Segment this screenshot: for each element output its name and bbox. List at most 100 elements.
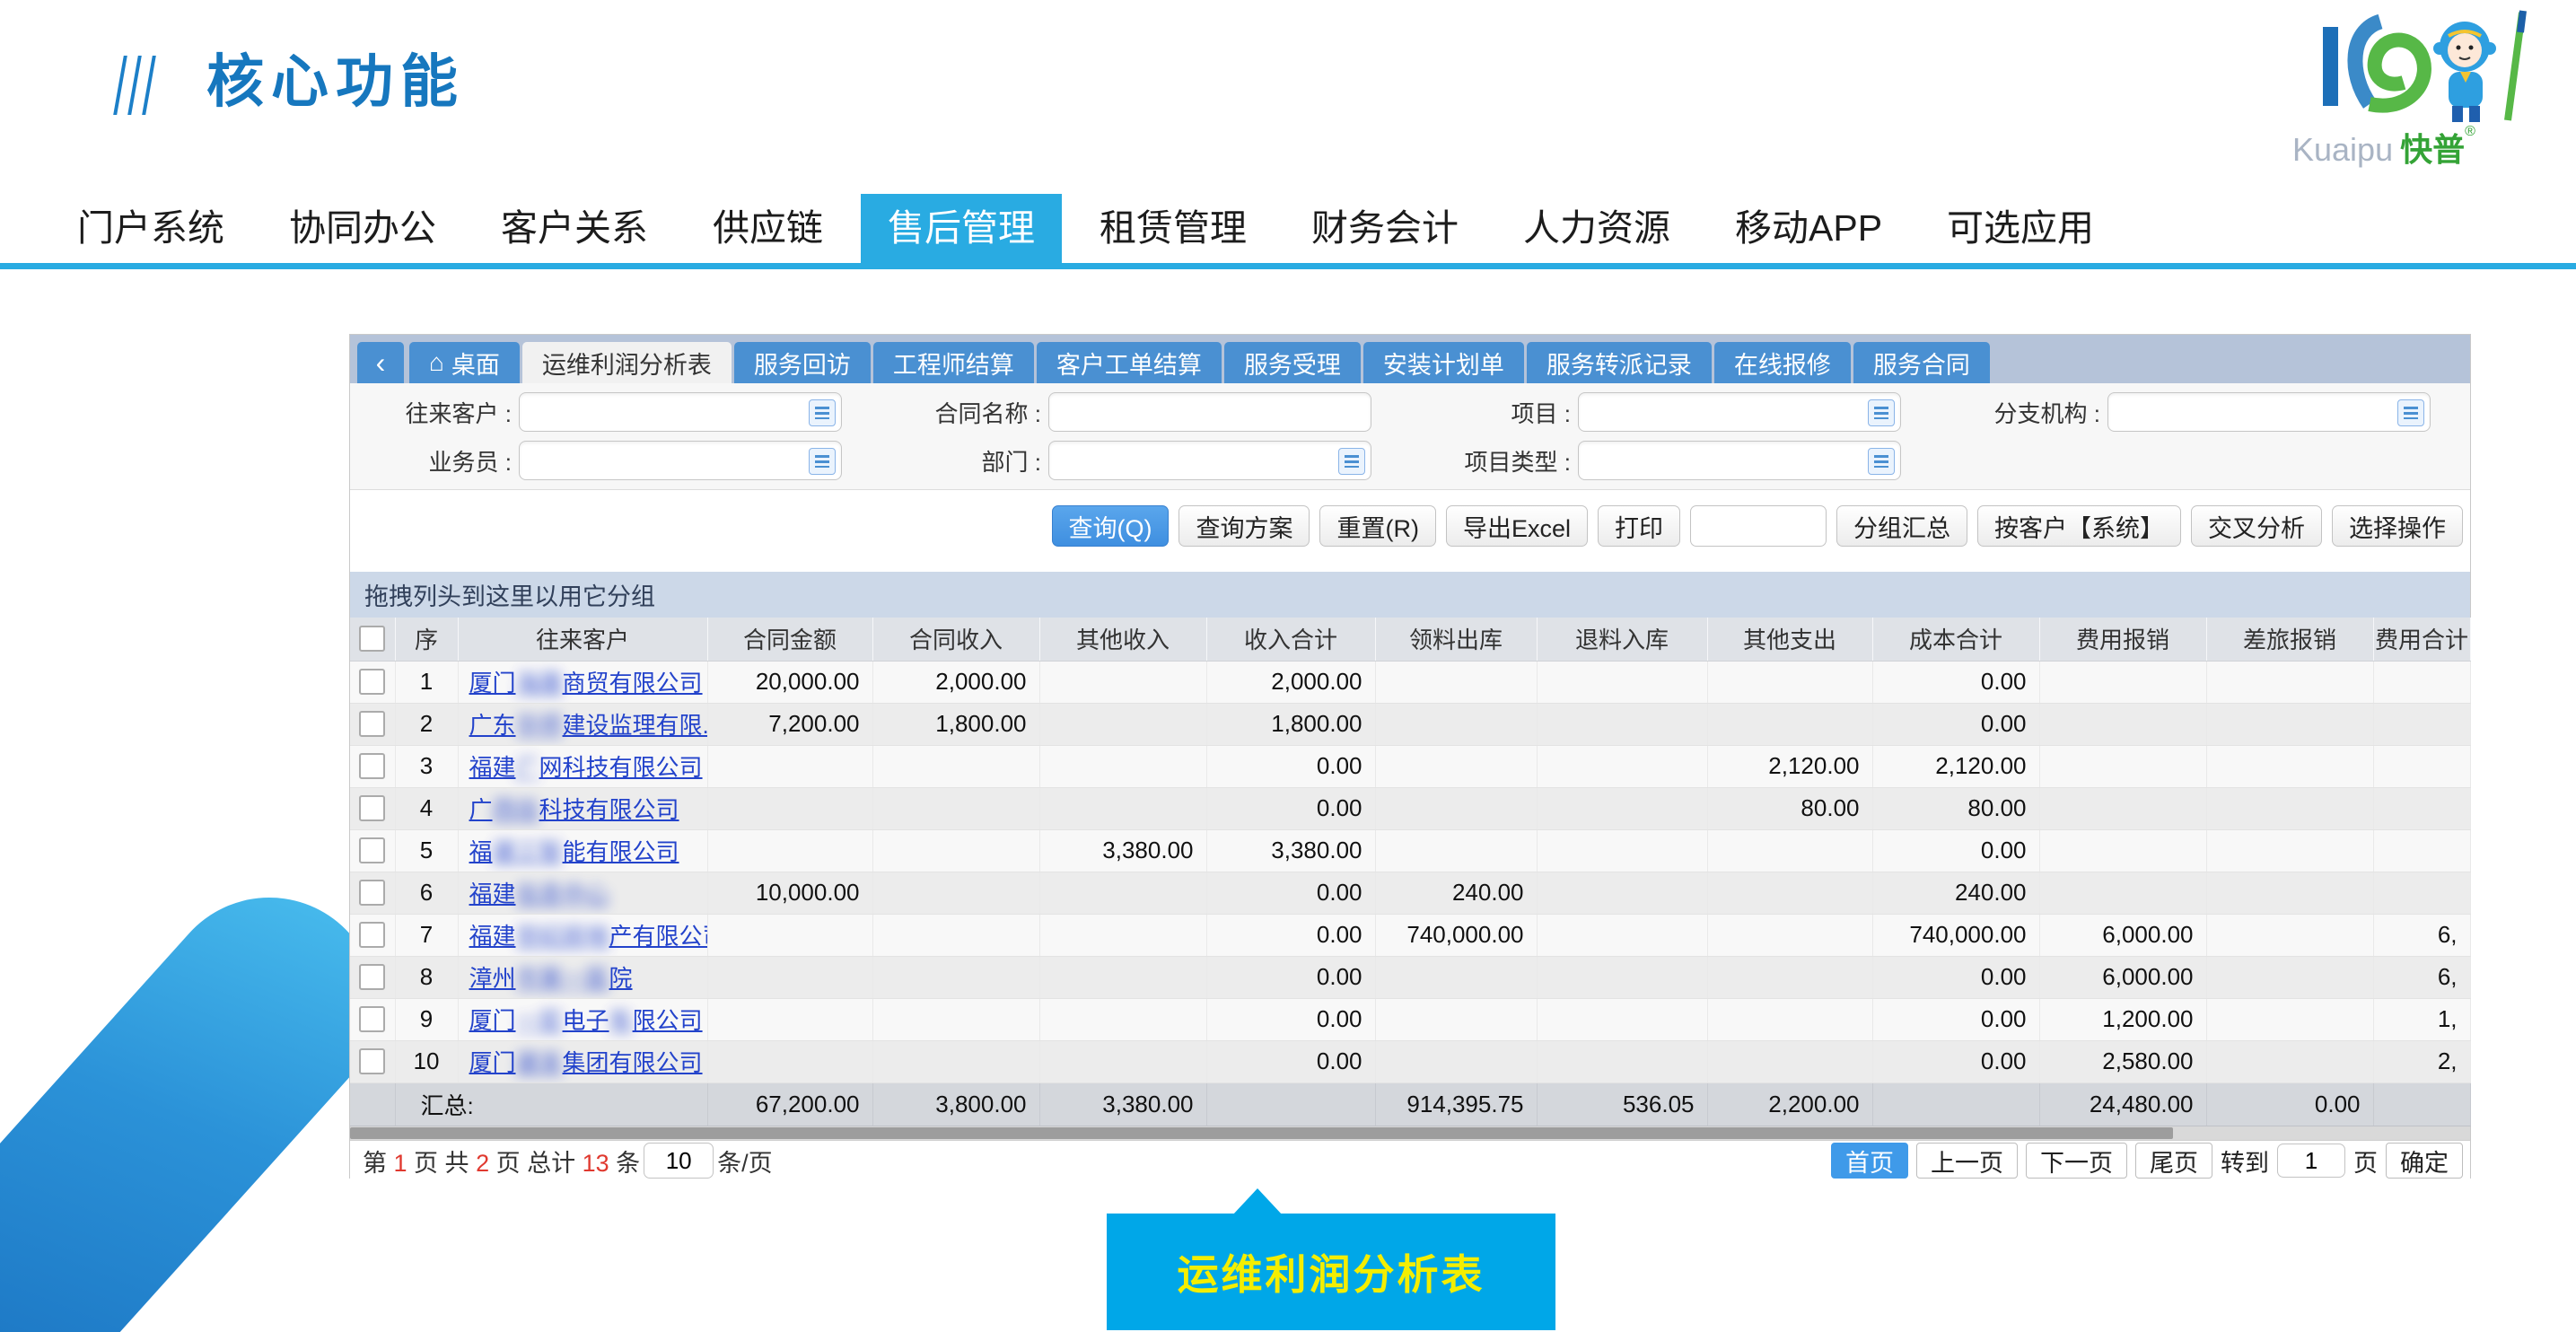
toolbar-button-10[interactable]: 选择操作 <box>2332 505 2463 547</box>
nav-item-10[interactable]: 可选应用 <box>1920 194 2121 263</box>
customer-link[interactable]: 厦门建发集团有限公司 <box>469 1049 703 1076</box>
tab-10[interactable]: 服务合同 <box>1853 342 1990 383</box>
toolbar-button-2[interactable]: 查询方案 <box>1178 505 1310 547</box>
column-header-9[interactable]: 其他支出 <box>1707 618 1872 661</box>
tab-4[interactable]: 工程师结算 <box>873 342 1034 383</box>
tab-1[interactable]: ⌂桌面 <box>409 342 520 383</box>
toolbar-button-3[interactable]: 重置(R) <box>1319 505 1435 547</box>
filter-input-field[interactable] <box>527 443 800 478</box>
customer-link[interactable]: 厦门海晟商贸有限公司 <box>469 670 703 697</box>
column-header-5[interactable]: 其他收入 <box>1039 618 1206 661</box>
toolbar-button-1[interactable]: 查询(Q) <box>1052 505 1170 547</box>
back-chevron-button[interactable]: ‹ <box>357 342 404 383</box>
select-all-checkbox[interactable] <box>359 626 385 652</box>
horizontal-scrollbar[interactable] <box>350 1126 2470 1140</box>
tab-3[interactable]: 服务回访 <box>734 342 871 383</box>
column-header-4[interactable]: 合同收入 <box>872 618 1039 661</box>
list-picker-icon[interactable] <box>2397 399 2424 426</box>
pager-button-2[interactable]: 上一页 <box>1916 1143 2018 1179</box>
pager-button-1[interactable]: 首页 <box>1831 1143 1908 1179</box>
filter-input[interactable] <box>1578 392 1901 432</box>
filter-input-field[interactable] <box>2116 395 2388 429</box>
column-header-10[interactable]: 成本合计 <box>1872 618 2039 661</box>
filter-input-field[interactable] <box>1586 443 1859 478</box>
customer-link[interactable]: 漳州市第一医院 <box>469 965 633 992</box>
nav-item-8[interactable]: 人力资源 <box>1496 194 1697 263</box>
customer-link[interactable]: 广东华师建设监理有限... <box>469 712 708 739</box>
empty-input-box[interactable] <box>1690 505 1827 547</box>
row-checkbox[interactable] <box>359 880 385 906</box>
nav-item-9[interactable]: 移动APP <box>1708 194 1909 263</box>
tab-7[interactable]: 安装计划单 <box>1363 342 1524 383</box>
filter-input-field[interactable] <box>1056 395 1329 429</box>
filter-input-field[interactable] <box>1056 443 1329 478</box>
list-picker-icon[interactable] <box>1338 448 1365 475</box>
toolbar-button-9[interactable]: 交叉分析 <box>2191 505 2322 547</box>
column-header-3[interactable]: 合同金额 <box>707 618 872 661</box>
customer-link[interactable]: 广西信科技有限公司 <box>469 796 679 823</box>
column-header-12[interactable]: 差旅报销 <box>2206 618 2373 661</box>
tab-9[interactable]: 在线报修 <box>1714 342 1851 383</box>
filter-input[interactable] <box>1048 392 1371 432</box>
column-header-13[interactable]: 费用合计 <box>2373 618 2470 661</box>
tab-6[interactable]: 服务受理 <box>1224 342 1361 383</box>
row-checkbox[interactable] <box>359 837 385 863</box>
list-picker-icon[interactable] <box>809 399 836 426</box>
filter-input-field[interactable] <box>1586 395 1859 429</box>
goto-page-input[interactable] <box>2277 1144 2345 1178</box>
toolbar-button-4[interactable]: 导出Excel <box>1446 505 1588 547</box>
row-checkbox[interactable] <box>359 669 385 695</box>
column-header-2[interactable]: 往来客户 <box>458 618 707 661</box>
customer-link[interactable]: 福建广网科技有限公司 <box>469 754 703 781</box>
filter-input[interactable] <box>519 392 842 432</box>
row-checkbox[interactable] <box>359 1048 385 1074</box>
filter-input[interactable] <box>1578 441 1901 480</box>
column-header-6[interactable]: 收入合计 <box>1206 618 1375 661</box>
list-picker-icon[interactable] <box>1868 399 1895 426</box>
pager-button-3[interactable]: 下一页 <box>2026 1143 2127 1179</box>
list-picker-icon[interactable] <box>1868 448 1895 475</box>
column-header-8[interactable]: 退料入库 <box>1537 618 1707 661</box>
tab-8[interactable]: 服务转派记录 <box>1527 342 1712 383</box>
filter-input-field[interactable] <box>527 395 800 429</box>
column-header-11[interactable]: 费用报销 <box>2039 618 2206 661</box>
customer-link[interactable]: 福建世纪房地产有限公司 <box>469 923 708 950</box>
summary-label: 汇总: <box>395 1082 707 1126</box>
row-checkbox[interactable] <box>359 711 385 737</box>
list-picker-icon[interactable] <box>809 448 836 475</box>
nav-item-6[interactable]: 租赁管理 <box>1073 194 1274 263</box>
nav-item-5[interactable]: 售后管理 <box>861 194 1062 263</box>
customer-link[interactable]: 厦门一宏电子有限公司 <box>469 1007 703 1034</box>
nav-item-2[interactable]: 协同办公 <box>262 194 463 263</box>
column-header-1[interactable]: 序 <box>395 618 458 661</box>
nav-item-1[interactable]: 门户系统 <box>50 194 251 263</box>
column-header-7[interactable]: 领料出库 <box>1375 618 1537 661</box>
group-drop-zone[interactable]: 拖拽列头到这里以用它分组 <box>350 572 2470 618</box>
confirm-button[interactable]: 确定 <box>2386 1143 2463 1179</box>
customer-link[interactable]: 福建信息中心 <box>469 881 609 907</box>
value-cell-4: 2,000.00 <box>1206 661 1375 703</box>
row-checkbox[interactable] <box>359 1006 385 1032</box>
row-checkbox[interactable] <box>359 922 385 948</box>
row-checkbox[interactable] <box>359 964 385 990</box>
tab-2[interactable]: 运维利润分析表 <box>522 342 732 383</box>
nav-item-4[interactable]: 供应链 <box>686 194 850 263</box>
toolbar-button-7[interactable]: 分组汇总 <box>1836 505 1967 547</box>
filter-label: 合同名称 : <box>907 396 1041 429</box>
nav-item-3[interactable]: 客户关系 <box>474 194 675 263</box>
tab-5[interactable]: 客户工单结算 <box>1037 342 1222 383</box>
toolbar-button-8[interactable]: 按客户【系统】 <box>1977 505 2181 547</box>
filter-label: 业务员 : <box>377 444 512 478</box>
toolbar-button-5[interactable]: 打印 <box>1598 505 1680 547</box>
redacted-text: 信息中心 <box>516 881 609 907</box>
row-checkbox[interactable] <box>359 795 385 821</box>
filter-input[interactable] <box>519 441 842 480</box>
customer-link[interactable]: 福建工智能有限公司 <box>469 838 679 865</box>
nav-item-7[interactable]: 财务会计 <box>1284 194 1485 263</box>
pager-button-4[interactable]: 尾页 <box>2135 1143 2212 1179</box>
page-size-input[interactable] <box>644 1143 714 1179</box>
filter-input[interactable] <box>2107 392 2431 432</box>
scrollbar-thumb[interactable] <box>350 1127 2173 1139</box>
row-checkbox[interactable] <box>359 753 385 779</box>
filter-input[interactable] <box>1048 441 1371 480</box>
